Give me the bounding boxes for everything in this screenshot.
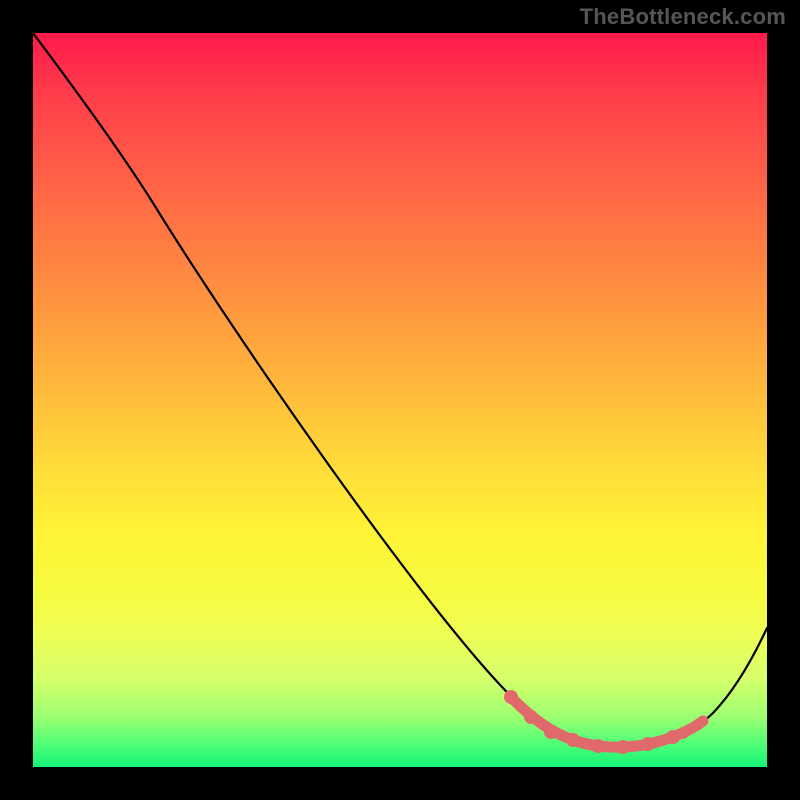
highlight-dot: [694, 719, 705, 730]
chart-svg: [33, 33, 767, 767]
bottleneck-curve: [33, 33, 767, 747]
highlight-dot: [524, 710, 538, 724]
highlight-dot: [544, 725, 558, 739]
highlight-dot: [641, 737, 655, 751]
attribution-label: TheBottleneck.com: [580, 4, 786, 30]
highlight-dot: [504, 690, 518, 704]
highlight-dot: [616, 740, 630, 754]
highlight-dot: [591, 739, 605, 753]
chart-container: TheBottleneck.com: [0, 0, 800, 800]
plot-area: [33, 33, 767, 767]
highlight-dot: [566, 733, 580, 747]
highlight-dot: [677, 727, 689, 739]
